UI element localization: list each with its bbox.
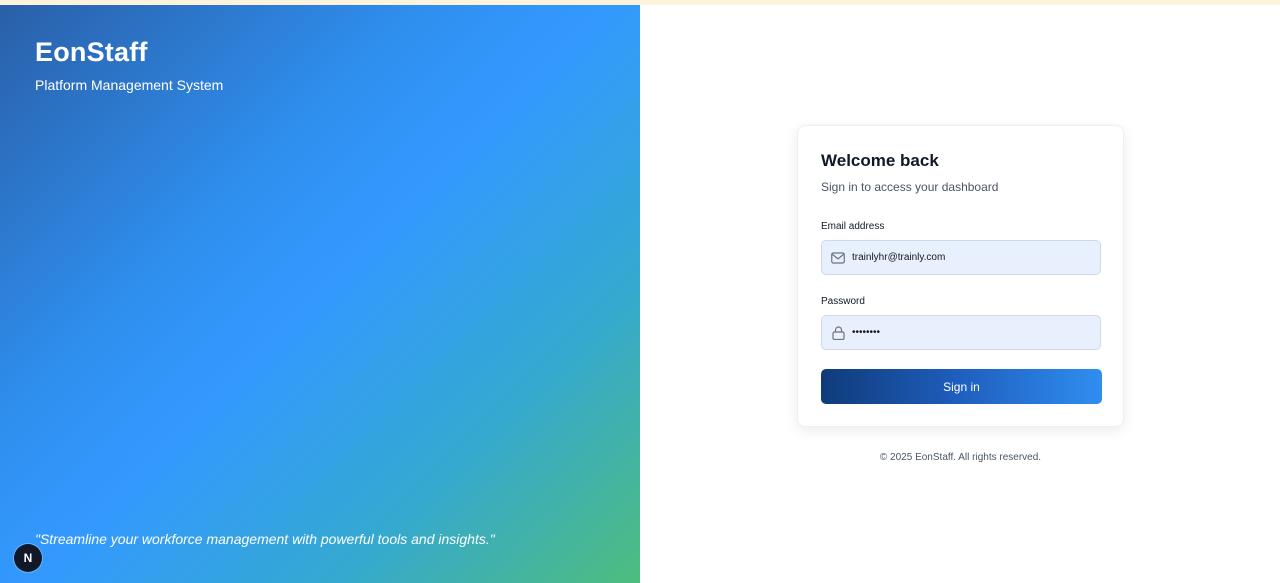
dev-tools-badge[interactable]: N bbox=[14, 544, 42, 572]
mail-icon bbox=[830, 250, 846, 266]
login-card: Welcome back Sign in to access your dash… bbox=[797, 125, 1124, 427]
password-input[interactable] bbox=[852, 327, 1082, 338]
email-label: Email address bbox=[821, 221, 885, 232]
hero-quote: "Streamline your workforce management wi… bbox=[35, 531, 495, 547]
email-input[interactable] bbox=[852, 252, 1082, 263]
hero-panel: EonStaff Platform Management System "Str… bbox=[0, 5, 640, 583]
badge-label: N bbox=[23, 551, 33, 565]
password-field[interactable] bbox=[821, 315, 1101, 350]
login-heading: Welcome back bbox=[821, 151, 939, 170]
password-label: Password bbox=[821, 296, 865, 307]
email-field[interactable] bbox=[821, 240, 1101, 275]
sign-in-button[interactable]: Sign in bbox=[821, 369, 1102, 404]
copyright-footer: © 2025 EonStaff. All rights reserved. bbox=[879, 452, 1042, 463]
brand-title: EonStaff bbox=[35, 37, 148, 67]
login-subheading: Sign in to access your dashboard bbox=[821, 180, 999, 194]
brand-subtitle: Platform Management System bbox=[35, 77, 224, 93]
lock-icon bbox=[830, 325, 846, 341]
